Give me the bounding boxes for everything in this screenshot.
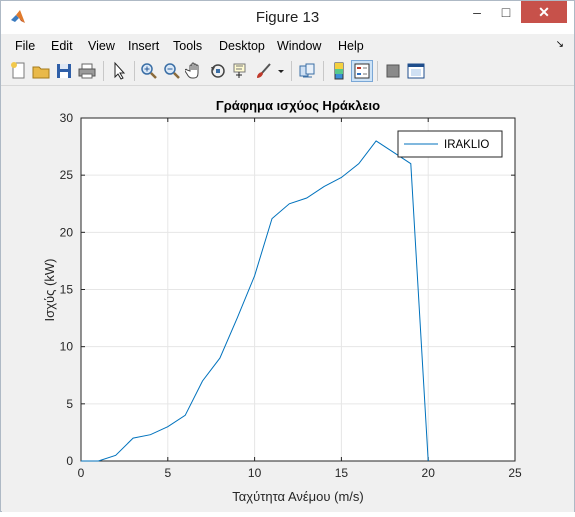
figure-toolbar (1, 58, 574, 86)
chart-title: Γράφημα ισχύος Ηράκλειο (216, 98, 380, 113)
hide-plot-tools-icon[interactable] (383, 61, 403, 81)
pointer-icon[interactable] (109, 61, 129, 81)
maximize-button[interactable]: □ (493, 1, 519, 23)
legend-icon[interactable] (351, 60, 373, 82)
menu-tools[interactable]: Tools (173, 34, 202, 58)
colorbar-icon[interactable] (329, 61, 349, 81)
save-icon[interactable] (54, 61, 74, 81)
x-axis-label: Ταχύτητα Ανέμου (m/s) (232, 489, 363, 504)
y-axis-label: Ισχύς (kW) (42, 259, 57, 322)
zoom-in-icon[interactable] (139, 61, 159, 81)
y-tick-label: 20 (60, 225, 74, 239)
x-tick-label: 5 (164, 466, 171, 480)
y-tick-label: 15 (60, 283, 74, 297)
menu-overflow-icon[interactable]: ↘ (556, 39, 564, 50)
new-figure-icon[interactable] (9, 61, 29, 81)
menu-edit[interactable]: Edit (51, 34, 73, 58)
figure-canvas: 0 5 10 15 20 25 0 5 10 15 20 25 30 Γράφημα ισχύος Ηρ… (2, 86, 574, 512)
legend[interactable]: IRAKLIO (397, 130, 503, 158)
menu-window[interactable]: Window (277, 34, 321, 58)
x-tick-label: 10 (248, 466, 262, 480)
menu-file[interactable]: File (15, 34, 35, 58)
legend-label-iraklio: IRAKLIO (444, 139, 489, 151)
menu-view[interactable]: View (88, 34, 115, 58)
menu-help[interactable]: Help (338, 34, 364, 58)
y-tick-label: 0 (66, 454, 73, 468)
close-button[interactable]: ✕ (521, 1, 567, 23)
y-tick-label: 30 (60, 111, 74, 125)
zoom-out-icon[interactable] (162, 61, 182, 81)
figure-window: Figure 13 – □ ✕ File Edit View Insert To… (0, 0, 575, 512)
pan-icon[interactable] (184, 61, 205, 81)
menu-bar: File Edit View Insert Tools Desktop Wind… (1, 34, 574, 58)
print-icon[interactable] (77, 61, 97, 81)
y-tick-label: 10 (60, 340, 74, 354)
open-file-icon[interactable] (31, 61, 51, 81)
brush-icon[interactable] (254, 61, 274, 81)
y-tick-label: 5 (66, 397, 73, 411)
brush-dropdown-icon[interactable] (276, 61, 286, 81)
data-cursor-icon[interactable] (231, 61, 251, 81)
minimize-button[interactable]: – (464, 1, 490, 23)
menu-insert[interactable]: Insert (128, 34, 159, 58)
y-tick-label: 25 (60, 168, 74, 182)
link-plot-icon[interactable] (297, 61, 317, 81)
title-bar[interactable]: Figure 13 – □ ✕ (1, 1, 574, 34)
rotate-3d-icon[interactable] (208, 61, 228, 81)
x-tick-label: 25 (508, 466, 522, 480)
x-tick-label: 0 (78, 466, 85, 480)
show-plot-tools-icon[interactable] (406, 61, 426, 81)
x-tick-label: 20 (422, 466, 436, 480)
menu-desktop[interactable]: Desktop (219, 34, 265, 58)
x-tick-label: 15 (335, 466, 349, 480)
line-plot[interactable]: 0 5 10 15 20 25 0 5 10 15 20 25 30 Γράφημα ισχύος Ηρ… (2, 86, 574, 512)
